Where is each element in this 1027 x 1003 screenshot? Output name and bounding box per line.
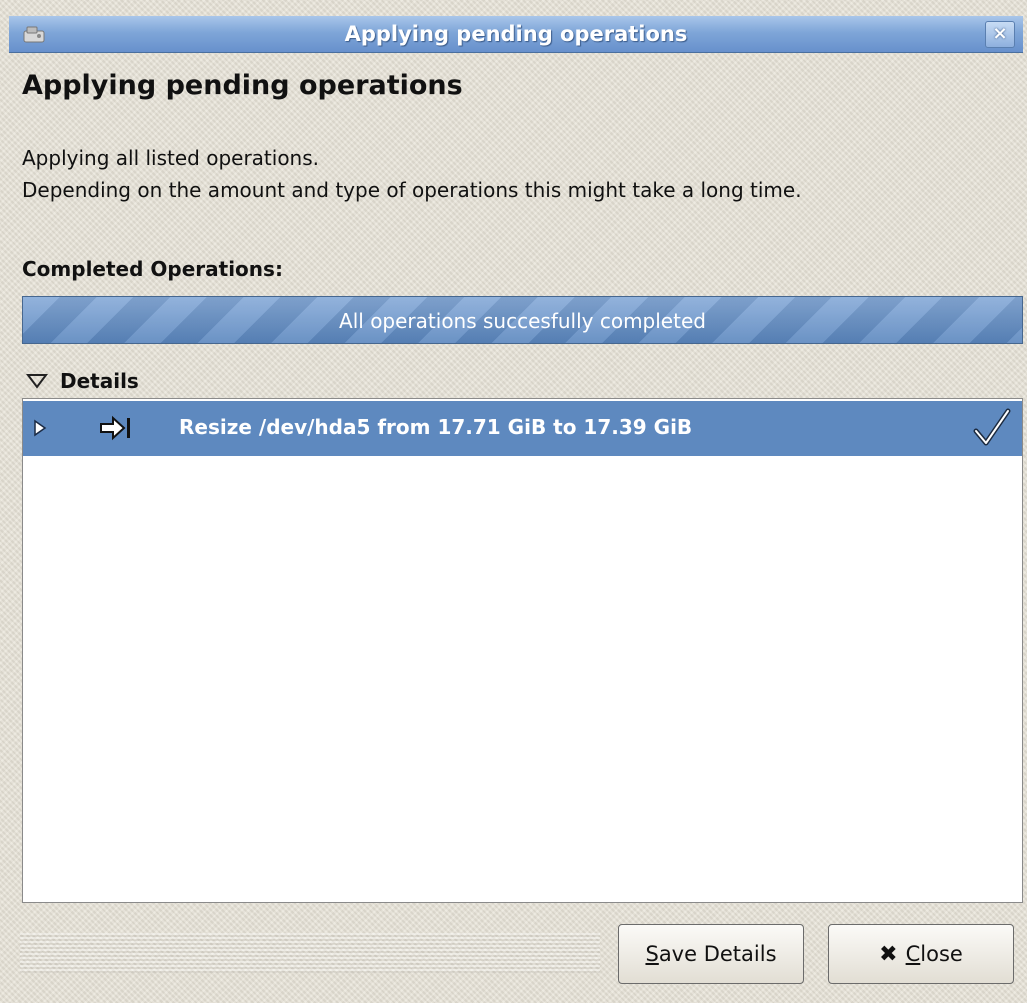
close-mnemonic: C (905, 942, 921, 966)
save-details-mnemonic: S (645, 942, 659, 966)
row-expander-triangle-right-icon[interactable] (33, 419, 47, 441)
dialog-window: Applying pending operations × Applying p… (0, 0, 1027, 1003)
operation-label: Resize /dev/hda5 from 17.71 GiB to 17.39… (179, 415, 693, 439)
button-area-separator (20, 933, 600, 973)
window-title: Applying pending operations (344, 22, 688, 46)
dialog-heading: Applying pending operations (22, 70, 463, 101)
details-expander[interactable]: Details (26, 367, 139, 395)
checkmark-icon (970, 407, 1012, 453)
details-label: Details (60, 369, 139, 393)
description-line-2: Depending on the amount and type of oper… (22, 178, 802, 202)
progress-text: All operations succesfully completed (339, 309, 706, 333)
save-details-button[interactable]: Save Details (618, 924, 804, 984)
title-bar[interactable]: Applying pending operations × (9, 16, 1023, 53)
resize-move-icon (99, 415, 135, 445)
window-close-button[interactable]: × (985, 21, 1015, 48)
close-label: lose (920, 942, 963, 966)
description-line-1: Applying all listed operations. (22, 146, 320, 170)
completed-operations-label: Completed Operations: (22, 257, 283, 281)
save-details-label: ave Details (658, 942, 777, 966)
close-button[interactable]: ✖ Close (828, 924, 1014, 984)
operation-row[interactable]: Resize /dev/hda5 from 17.71 GiB to 17.39… (23, 401, 1022, 456)
expander-triangle-down-icon (26, 374, 48, 389)
progress-bar: All operations succesfully completed (22, 296, 1023, 344)
close-x-icon: ✖ (879, 941, 898, 967)
operations-tree[interactable]: Resize /dev/hda5 from 17.71 GiB to 17.39… (22, 398, 1023, 903)
